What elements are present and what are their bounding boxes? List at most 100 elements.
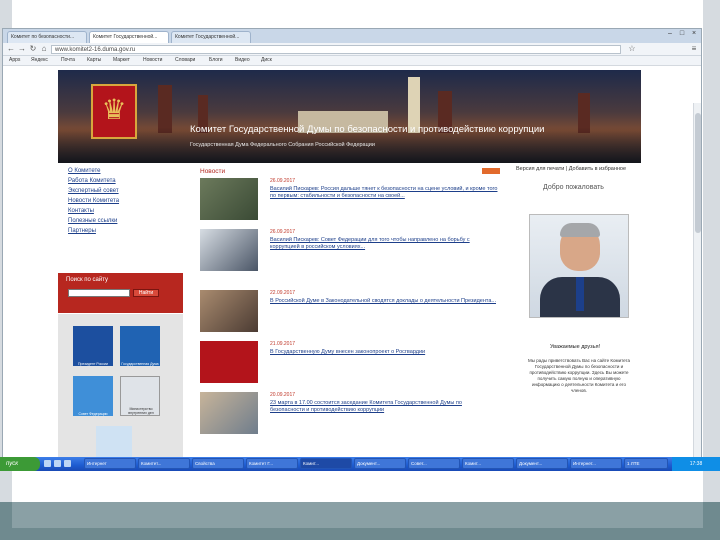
scrollbar[interactable] — [693, 103, 701, 460]
news-thumbnail[interactable] — [200, 341, 258, 383]
chairman-photo — [529, 214, 629, 318]
search-panel: Поиск по сайту Найти — [58, 273, 183, 313]
back-icon[interactable]: ← — [6, 44, 16, 54]
bookmark-disk[interactable]: Диск — [261, 57, 272, 63]
news-link[interactable]: 23 марта в 17.00 состоится заседание Ком… — [270, 400, 498, 414]
tab-3[interactable]: Комитет Государственной... — [171, 31, 251, 43]
news-item: 26.09.2017 Василий Пискарев: Совет Федер… — [200, 229, 500, 279]
banner-interior-ministry[interactable]: Министерство внутренних дел — [120, 376, 160, 416]
forward-icon[interactable]: → — [17, 44, 27, 54]
tab-2[interactable]: Комитет Государственной... — [89, 31, 169, 43]
maximize-icon[interactable]: □ — [677, 30, 687, 38]
taskbar-item[interactable]: Комит... — [462, 458, 514, 469]
banner-building[interactable] — [96, 426, 132, 460]
bookmark-yandex[interactable]: Яндекс — [31, 57, 48, 63]
tab-1[interactable]: Комитет по безопасности... — [7, 31, 87, 43]
bookmark-blogs[interactable]: Блоги — [209, 57, 223, 63]
star-icon[interactable]: ☆ — [627, 44, 637, 54]
portrait-hair — [560, 223, 600, 237]
taskbar-item[interactable]: Комит... — [300, 458, 352, 469]
home-icon[interactable]: ⌂ — [39, 44, 49, 54]
bookmark-mail[interactable]: Почта — [61, 57, 75, 63]
menu-links[interactable]: Полезные ссылки — [68, 218, 117, 224]
taskbar-item[interactable]: Совет... — [408, 458, 460, 469]
header-tower — [158, 85, 172, 133]
news-date: 20.09.2017 — [270, 392, 296, 398]
news-archive-button[interactable] — [482, 168, 500, 174]
bookmark-apps[interactable]: Apps — [9, 57, 20, 63]
search-input[interactable] — [68, 289, 130, 297]
bookmark-video[interactable]: Видео — [235, 57, 250, 63]
site-title: Комитет Государственной Думы по безопасн… — [190, 124, 545, 135]
bookmarks-bar: Apps Яндекс Почта Карты Маркет Новости С… — [3, 56, 701, 66]
browser-toolbar: ← → ↻ ⌂ www.komitet2-16.duma.gov.ru ☆ ≡ — [3, 43, 701, 56]
welcome-heading: Добро пожаловать — [543, 184, 604, 191]
bookmark-market[interactable]: Маркет — [113, 57, 130, 63]
news-link[interactable]: Василий Пискарев: Совет Федерации для то… — [270, 237, 498, 251]
news-item: 21.09.2017 В Государственную Думу внесен… — [200, 341, 500, 391]
banner-federation-council[interactable]: Совет Федерации — [73, 376, 113, 416]
news-item: 22.09.2017 В Российской Думе в Законодат… — [200, 290, 500, 340]
taskbar: пуск Интернет Комитет... Свойства Комите… — [0, 457, 720, 471]
slide: Комитет по безопасности... Комитет Госуд… — [0, 0, 720, 540]
bookmark-maps[interactable]: Карты — [87, 57, 101, 63]
taskbar-item[interactable]: Интернет — [84, 458, 136, 469]
portrait-tie — [576, 277, 584, 311]
close-icon[interactable]: × — [689, 30, 699, 38]
quick-launch-icon[interactable] — [44, 460, 51, 467]
menu-work[interactable]: Работа Комитета — [68, 178, 116, 184]
browser-window: Комитет по безопасности... Комитет Госуд… — [2, 28, 702, 461]
utility-links[interactable]: Версия для печати | Добавить в избранное — [516, 166, 626, 172]
menu-news[interactable]: Новости Комитета — [68, 198, 119, 204]
address-bar[interactable]: www.komitet2-16.duma.gov.ru — [51, 45, 621, 54]
scroll-thumb[interactable] — [695, 113, 701, 233]
news-thumbnail[interactable] — [200, 229, 258, 271]
menu-about[interactable]: О Комитете — [68, 168, 100, 174]
search-button[interactable]: Найти — [133, 289, 159, 297]
taskbar-item[interactable]: Комитет... — [138, 458, 190, 469]
system-tray-clock[interactable]: 17:38 — [672, 457, 720, 471]
site-header: ♛ Комитет Государственной Думы по безопа… — [58, 70, 641, 163]
left-sidebar: О Комитете Работа Комитета Экспертный со… — [58, 166, 183, 460]
eagle-icon: ♛ — [101, 94, 127, 125]
greeting-heading: Уважаемые друзья! — [550, 344, 601, 350]
menu-contacts[interactable]: Контакты — [68, 208, 94, 214]
taskbar-item[interactable]: 1 ЛТЕ — [624, 458, 668, 469]
bookmark-dictionaries[interactable]: Словари — [175, 57, 195, 63]
news-item: 26.09.2017 Василий Пискарев: Россия даль… — [200, 178, 500, 228]
taskbar-item[interactable]: Документ... — [516, 458, 568, 469]
news-link[interactable]: Василий Пискарев: Россия дальше тянет к … — [270, 186, 498, 200]
search-label: Поиск по сайту — [66, 277, 109, 283]
menu-icon[interactable]: ≡ — [689, 44, 699, 54]
coat-of-arms-icon[interactable]: ♛ — [91, 84, 137, 139]
taskbar-item[interactable]: Документ... — [354, 458, 406, 469]
quick-launch-icon[interactable] — [64, 460, 71, 467]
taskbar-item[interactable]: Свойства — [192, 458, 244, 469]
tab-bar: Комитет по безопасности... Комитет Госуд… — [3, 29, 701, 43]
frame-bottom-panel — [12, 502, 703, 528]
banner-president[interactable]: Президент России — [73, 326, 113, 366]
site-subtitle: Государственная Дума Федерального Собран… — [190, 142, 375, 148]
news-thumbnail[interactable] — [200, 392, 258, 434]
right-sidebar: Версия для печати | Добавить в избранное… — [513, 166, 641, 460]
start-button[interactable]: пуск — [0, 457, 40, 471]
news-link[interactable]: В Государственную Думу внесен законопрое… — [270, 349, 498, 356]
page-viewport: ♛ Комитет Государственной Думы по безопа… — [3, 66, 701, 460]
menu-expert-council[interactable]: Экспертный совет — [68, 188, 119, 194]
quick-launch-icon[interactable] — [54, 460, 61, 467]
news-link[interactable]: В Российской Думе в Законодательной свод… — [270, 298, 498, 305]
bookmark-news[interactable]: Новости — [143, 57, 162, 63]
taskbar-item[interactable]: Интернет... — [570, 458, 622, 469]
news-thumbnail[interactable] — [200, 178, 258, 220]
news-date: 22.09.2017 — [270, 290, 296, 296]
banner-duma[interactable]: Государственная Дума — [120, 326, 160, 366]
minimize-icon[interactable]: – — [665, 30, 675, 38]
menu-partners[interactable]: Партнеры — [68, 228, 96, 234]
news-column: Новости 26.09.2017 Василий Пискарев: Рос… — [193, 166, 503, 460]
news-thumbnail[interactable] — [200, 290, 258, 332]
reload-icon[interactable]: ↻ — [28, 44, 38, 54]
news-date: 26.09.2017 — [270, 178, 296, 184]
news-date: 26.09.2017 — [270, 229, 296, 235]
news-date: 21.09.2017 — [270, 341, 296, 347]
taskbar-item[interactable]: Комитет Г... — [246, 458, 298, 469]
